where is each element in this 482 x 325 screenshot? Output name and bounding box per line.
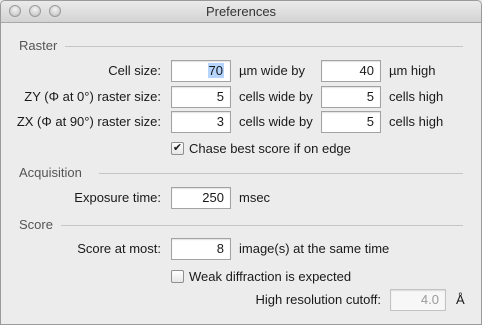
section-header-raster: Raster <box>19 38 58 53</box>
high-resolution-cutoff-label: High resolution cutoff: <box>255 292 382 307</box>
preferences-window: Preferences Raster Cell size: 70 µm wide… <box>0 0 482 325</box>
cell-high-unit: µm high <box>389 63 436 78</box>
cell-wide-input[interactable]: 70 <box>171 60 231 82</box>
weak-diffraction-checkbox[interactable] <box>171 270 184 283</box>
zx-high-unit: cells high <box>389 114 444 129</box>
zy-wide-unit: cells wide by <box>239 89 313 104</box>
angstrom-unit: Å <box>456 292 465 307</box>
cell-size-label: Cell size: <box>108 63 161 78</box>
title-bar: Preferences <box>1 1 481 23</box>
zx-wide-unit: cells wide by <box>239 114 313 129</box>
minimize-button[interactable] <box>29 5 41 17</box>
zoom-button[interactable] <box>49 5 61 17</box>
score-at-most-label: Score at most: <box>77 241 161 256</box>
window-controls <box>9 5 61 17</box>
high-resolution-cutoff-input: 4.0 <box>390 289 446 311</box>
section-divider-acquisition <box>99 173 463 174</box>
chase-best-score-label[interactable]: Chase best score if on edge <box>189 141 351 156</box>
zy-high-input[interactable]: 5 <box>321 86 381 108</box>
checkmark-icon: ✔ <box>172 142 183 154</box>
section-divider-score <box>61 225 463 226</box>
section-header-score: Score <box>19 217 53 232</box>
chase-best-score-checkbox[interactable]: ✔ <box>171 142 184 155</box>
zx-high-input[interactable]: 5 <box>321 111 381 133</box>
zx-raster-size-label: ZX (Φ at 90°) raster size: <box>16 114 161 129</box>
close-button[interactable] <box>9 5 21 17</box>
cell-high-input[interactable]: 40 <box>321 60 381 82</box>
exposure-time-input[interactable]: 250 <box>171 187 231 209</box>
zx-wide-input[interactable]: 3 <box>171 111 231 133</box>
weak-diffraction-label[interactable]: Weak diffraction is expected <box>189 269 351 284</box>
section-header-acquisition: Acquisition <box>19 165 82 180</box>
zy-high-unit: cells high <box>389 89 444 104</box>
score-at-most-input[interactable]: 8 <box>171 238 231 260</box>
cell-wide-value: 70 <box>207 63 224 78</box>
score-at-most-unit: image(s) at the same time <box>239 241 390 256</box>
section-divider-raster <box>65 46 463 47</box>
window-title: Preferences <box>205 4 277 19</box>
zy-wide-input[interactable]: 5 <box>171 86 231 108</box>
exposure-time-unit: msec <box>239 190 271 205</box>
cell-wide-unit: µm wide by <box>239 63 306 78</box>
zy-raster-size-label: ZY (Φ at 0°) raster size: <box>24 89 161 104</box>
exposure-time-label: Exposure time: <box>74 190 161 205</box>
